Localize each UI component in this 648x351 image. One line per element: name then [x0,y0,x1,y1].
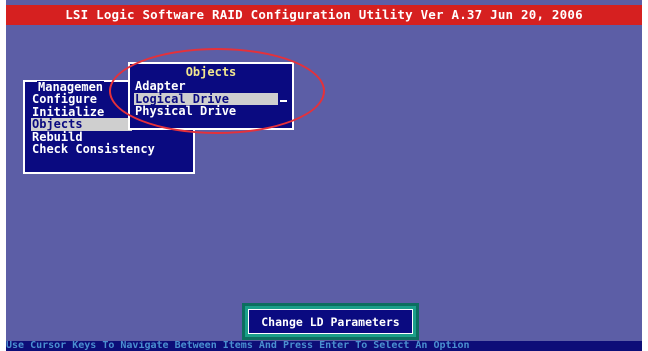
change-ld-parameters-label: Change LD Parameters [248,309,413,334]
management-menu-items: Configure Initialize Objects Rebuild Che… [31,93,155,156]
menu-item-check-consistency[interactable]: Check Consistency [31,143,155,156]
status-bar-text: Use Cursor Keys To Navigate Between Item… [6,341,470,351]
title-bar: LSI Logic Software RAID Configuration Ut… [6,5,642,25]
menu-item-configure[interactable]: Configure [31,93,132,106]
change-ld-parameters-button[interactable]: Change LD Parameters [242,303,419,340]
status-bar: Use Cursor Keys To Navigate Between Item… [6,341,642,351]
objects-submenu-title: Objects [185,65,237,79]
menu-item-objects[interactable]: Objects [31,118,132,131]
submenu-item-physical-drive[interactable]: Physical Drive [134,105,278,118]
window-title: LSI Logic Software RAID Configuration Ut… [65,7,583,22]
submenu-item-adapter[interactable]: Adapter [134,80,278,93]
bios-screen: LSI Logic Software RAID Configuration Ut… [6,0,642,351]
objects-submenu: Objects Adapter Logical Drive Physical D… [128,62,294,130]
text-cursor [280,100,287,102]
objects-submenu-items: Adapter Logical Drive Physical Drive [134,80,278,118]
